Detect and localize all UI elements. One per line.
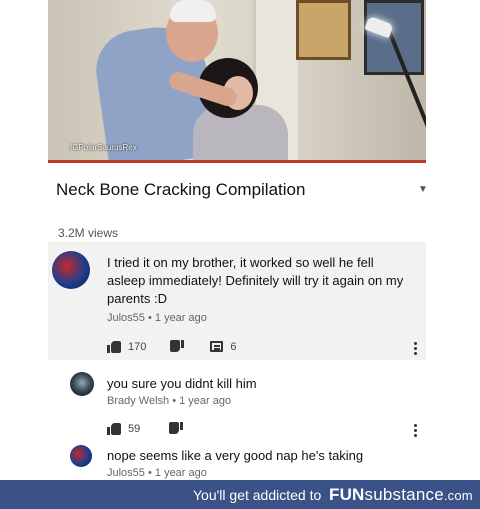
footer-tagline: You'll get addicted to — [193, 487, 322, 503]
view-count: 3.2M views — [58, 226, 119, 240]
reply-icon[interactable] — [210, 341, 224, 352]
comment-author[interactable]: Julos55 — [107, 467, 145, 479]
logo-part-fun: FUN — [329, 485, 365, 504]
video-wall-frame — [296, 0, 351, 60]
expand-description-icon[interactable]: ▼ — [418, 184, 428, 195]
comment-meta: Julos55 • 1 year ago — [107, 467, 207, 479]
more-options-icon[interactable] — [414, 340, 417, 357]
avatar[interactable] — [52, 251, 90, 289]
comment-meta: Brady Welsh • 1 year ago — [107, 395, 232, 407]
reply-text: you sure you didnt kill him — [107, 376, 257, 391]
app-frame: IGPolarSaurusRex Neck Bone Cracking Comp… — [48, 0, 428, 480]
thumbs-down-icon[interactable] — [170, 340, 184, 353]
like-count: 170 — [128, 340, 147, 353]
avatar[interactable] — [70, 372, 94, 396]
thumbs-down-icon[interactable] — [169, 422, 183, 435]
site-footer-banner[interactable]: You'll get addicted to FUNsubstance.com — [0, 480, 480, 509]
comment-time: 1 year ago — [154, 467, 207, 479]
comment-line: asleep immediately! Definitely will try … — [107, 273, 404, 288]
thumbs-up-icon[interactable] — [107, 340, 121, 353]
more-options-icon[interactable] — [414, 422, 417, 439]
video-progress-bar[interactable] — [48, 160, 426, 163]
video-title: Neck Bone Cracking Compilation — [56, 180, 306, 199]
avatar[interactable] — [70, 445, 92, 467]
comment-line: parents :D — [107, 291, 167, 306]
funsubstance-logo[interactable]: FUNsubstance.com — [329, 485, 473, 505]
comment-actions: 170 6 — [107, 340, 236, 353]
comment-line: I tried it on my brother, it worked so w… — [107, 255, 374, 270]
comment-author[interactable]: Brady Welsh — [107, 395, 169, 407]
logo-part-dotcom: .com — [443, 488, 473, 503]
comment-actions: 59 — [107, 422, 183, 435]
like-count: 59 — [128, 422, 141, 435]
thumbs-up-icon[interactable] — [107, 422, 121, 435]
reply-count: 6 — [230, 340, 237, 353]
comment-time: 1 year ago — [179, 395, 232, 407]
reply-text: nope seems like a very good nap he's tak… — [107, 448, 364, 463]
comment-author[interactable]: Julos55 — [107, 312, 145, 324]
video-man-hair — [170, 0, 216, 22]
logo-part-substance: substance — [364, 485, 444, 504]
comment-text: I tried it on my brother, it worked so w… — [107, 254, 403, 308]
comment-time: 1 year ago — [154, 312, 207, 324]
video-watermark: IGPolarSaurusRex — [70, 143, 137, 152]
video-player[interactable]: IGPolarSaurusRex — [48, 0, 426, 163]
comment-meta: Julos55 • 1 year ago — [107, 312, 207, 324]
